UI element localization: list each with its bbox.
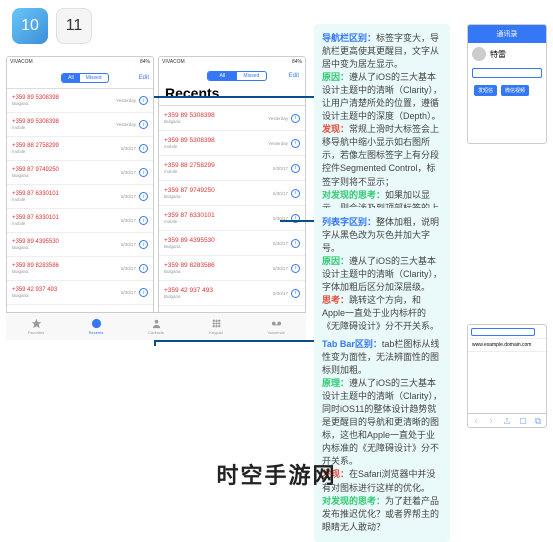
recents-list[interactable]: +359 89 5308398BulgariaYesterdayi +359 8… bbox=[7, 89, 153, 311]
info-icon[interactable]: i bbox=[291, 264, 300, 273]
table-row[interactable]: +359 88 2758299mobile5/30/17i bbox=[159, 156, 305, 181]
table-row[interactable]: +359 89 8283586Bulgaria5/30/17i bbox=[7, 257, 153, 281]
info-icon[interactable]: i bbox=[139, 288, 148, 297]
anno-title: Tab Bar区别： bbox=[322, 339, 382, 349]
tab-voicemail[interactable]: Voicemail bbox=[246, 313, 306, 340]
person-icon bbox=[158, 318, 162, 329]
mini-safari-preview: www.example.domain.com bbox=[467, 324, 547, 428]
connector-line bbox=[154, 340, 314, 342]
statusbar: VIVACOM 84% bbox=[7, 57, 153, 67]
tab-keypad[interactable]: Keypad bbox=[186, 313, 246, 340]
battery: 84% bbox=[140, 59, 150, 65]
connector-line bbox=[154, 96, 314, 98]
info-icon[interactable]: i bbox=[139, 168, 148, 177]
large-title: Recents bbox=[165, 85, 299, 101]
search-input[interactable] bbox=[472, 68, 542, 78]
seg-missed[interactable]: Missed bbox=[237, 72, 266, 80]
annotation-list: 列表字区别：整体加粗，说明字从黑色改为灰色并加大字号。 原因：遵从了iOS的三大… bbox=[314, 208, 450, 341]
wechat-button[interactable]: 微信视频 bbox=[501, 85, 529, 96]
table-row[interactable]: +359 88 2758299mobile5/30/17i bbox=[7, 137, 153, 161]
info-icon[interactable]: i bbox=[291, 189, 300, 198]
info-icon[interactable]: i bbox=[139, 144, 148, 153]
url-text: www.example.domain.com bbox=[468, 339, 546, 352]
annotation-tabbar: Tab Bar区别：tab栏图标从线性变为面性，无法辨面性的图标则加粗。 原理：… bbox=[314, 330, 450, 542]
table-row[interactable]: +359 87 6330101mobile5/30/17i bbox=[7, 209, 153, 233]
connector-line bbox=[280, 220, 314, 222]
table-row[interactable]: +359 89 5308398BulgariaYesterdayi bbox=[159, 106, 305, 131]
info-icon[interactable]: i bbox=[291, 289, 300, 298]
info-icon[interactable]: i bbox=[139, 240, 148, 249]
battery: 84% bbox=[292, 59, 302, 65]
tab-contacts[interactable]: Contacts bbox=[158, 313, 186, 340]
table-row[interactable]: +359 89 5308398BulgariaYesterdayi bbox=[7, 89, 153, 113]
table-row[interactable]: +359 89 4395530Bulgaria5/30/17i bbox=[7, 233, 153, 257]
table-row[interactable]: +359 87 6330101mobile5/30/17i bbox=[159, 206, 305, 231]
navbar-ios10: All Missed Edit bbox=[7, 67, 153, 89]
carrier: VIVACOM bbox=[10, 59, 33, 65]
info-icon[interactable]: i bbox=[291, 239, 300, 248]
forward-icon[interactable] bbox=[487, 417, 495, 425]
watermark: 时空手游网 bbox=[0, 458, 553, 490]
seg-all[interactable]: All bbox=[62, 74, 80, 82]
info-icon[interactable]: i bbox=[139, 120, 148, 129]
sms-button[interactable]: 发短信 bbox=[474, 85, 497, 96]
table-row[interactable]: +359 87 9749250Bulgaria5/30/17i bbox=[7, 161, 153, 185]
info-icon[interactable]: i bbox=[139, 96, 148, 105]
segmented-control[interactable]: All Missed bbox=[61, 73, 108, 83]
info-icon[interactable]: i bbox=[139, 264, 148, 273]
statusbar: VIVACOM 84% bbox=[159, 57, 305, 67]
edit-button[interactable]: Edit bbox=[139, 75, 149, 81]
info-icon[interactable]: i bbox=[291, 114, 300, 123]
recents-list[interactable]: +359 89 5308398BulgariaYesterdayi +359 8… bbox=[159, 106, 305, 312]
mini-title: 通讯录 bbox=[468, 25, 546, 43]
table-row[interactable]: +359 42 937 493Bulgaria5/30/17i bbox=[7, 281, 153, 305]
ios10-badge: 10 bbox=[12, 8, 48, 44]
segmented-control[interactable]: All Missed bbox=[207, 71, 267, 81]
table-row[interactable]: +359 89 4395530Bulgaria5/30/17i bbox=[159, 231, 305, 256]
anno-title: 导航栏区别： bbox=[322, 33, 376, 43]
seg-all[interactable]: All bbox=[208, 72, 237, 80]
ios11-badge: 11 bbox=[56, 8, 92, 44]
info-icon[interactable]: i bbox=[291, 164, 300, 173]
back-icon[interactable] bbox=[472, 417, 480, 425]
table-row[interactable]: +359 89 8283586Bulgaria5/30/17i bbox=[159, 256, 305, 281]
book-icon[interactable] bbox=[519, 417, 527, 425]
anno-title: 列表字区别： bbox=[322, 217, 376, 227]
table-row[interactable]: +359 89 5308398mobileYesterdayi bbox=[7, 113, 153, 137]
mini-contacts-preview: 通讯录 特雷 发短信微信视频 bbox=[467, 24, 547, 144]
info-icon[interactable]: i bbox=[139, 192, 148, 201]
edit-button[interactable]: Edit bbox=[289, 73, 299, 79]
table-row[interactable]: +359 87 9749250Bulgaria5/30/17i bbox=[159, 181, 305, 206]
voicemail-icon bbox=[271, 318, 282, 329]
ios11-phone: VIVACOM 84% All Missed Edit Recents +359… bbox=[158, 56, 306, 340]
ios10-phone: VIVACOM 84% All Missed Edit +359 89 5308… bbox=[6, 56, 154, 340]
seg-missed[interactable]: Missed bbox=[80, 74, 108, 82]
table-row[interactable]: +359 87 6330101mobile5/30/17i bbox=[7, 185, 153, 209]
safari-tabbar bbox=[468, 413, 546, 427]
table-row[interactable]: +359 89 5308398mobileYesterdayi bbox=[159, 131, 305, 156]
share-icon[interactable] bbox=[503, 417, 511, 425]
avatar bbox=[472, 47, 486, 61]
info-icon[interactable]: i bbox=[291, 139, 300, 148]
tabs-icon[interactable] bbox=[534, 417, 542, 425]
info-icon[interactable]: i bbox=[139, 216, 148, 225]
keypad-icon bbox=[211, 318, 222, 329]
address-bar[interactable] bbox=[471, 328, 535, 336]
table-row[interactable]: +359 42 937 493Bulgaria5/30/17i bbox=[159, 281, 305, 306]
navbar-ios11: All Missed Edit Recents bbox=[159, 67, 305, 106]
tabbar-ios11: Favorites Recents Contacts Keypad Voicem… bbox=[158, 312, 306, 340]
carrier: VIVACOM bbox=[162, 59, 185, 65]
